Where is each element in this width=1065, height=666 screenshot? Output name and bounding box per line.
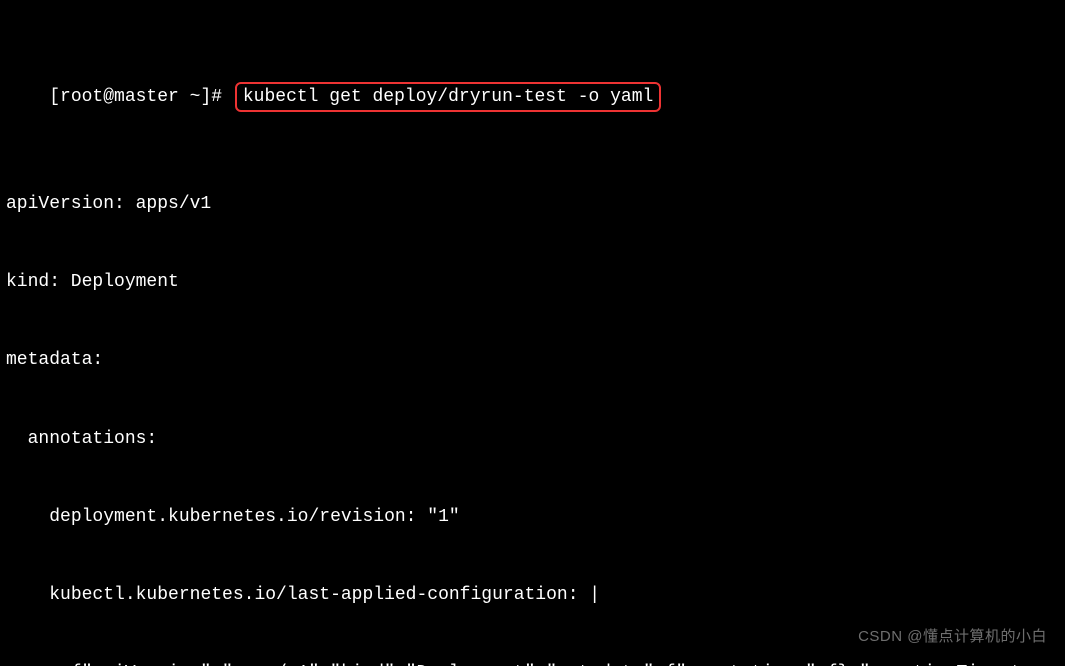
output-line: kind: Deployment <box>6 269 1059 295</box>
shell-prompt: [root@master ~]# <box>49 87 233 107</box>
output-line: annotations: <box>6 426 1059 452</box>
output-line: deployment.kubernetes.io/revision: "1" <box>6 504 1059 530</box>
output-line: metadata: <box>6 347 1059 373</box>
watermark-text: CSDN @懂点计算机的小白 <box>858 626 1047 648</box>
terminal-window[interactable]: [root@master ~]# kubectl get deploy/dryr… <box>0 0 1065 666</box>
output-line: apiVersion: apps/v1 <box>6 191 1059 217</box>
command-highlight-box: kubectl get deploy/dryrun-test -o yaml <box>235 82 661 112</box>
output-line: kubectl.kubernetes.io/last-applied-confi… <box>6 582 1059 608</box>
command-line: [root@master ~]# kubectl get deploy/dryr… <box>6 56 1059 138</box>
command-text: kubectl get deploy/dryrun-test -o yaml <box>243 87 653 107</box>
output-line: {"apiVersion":"apps/v1","kind":"Deployme… <box>6 660 1059 666</box>
